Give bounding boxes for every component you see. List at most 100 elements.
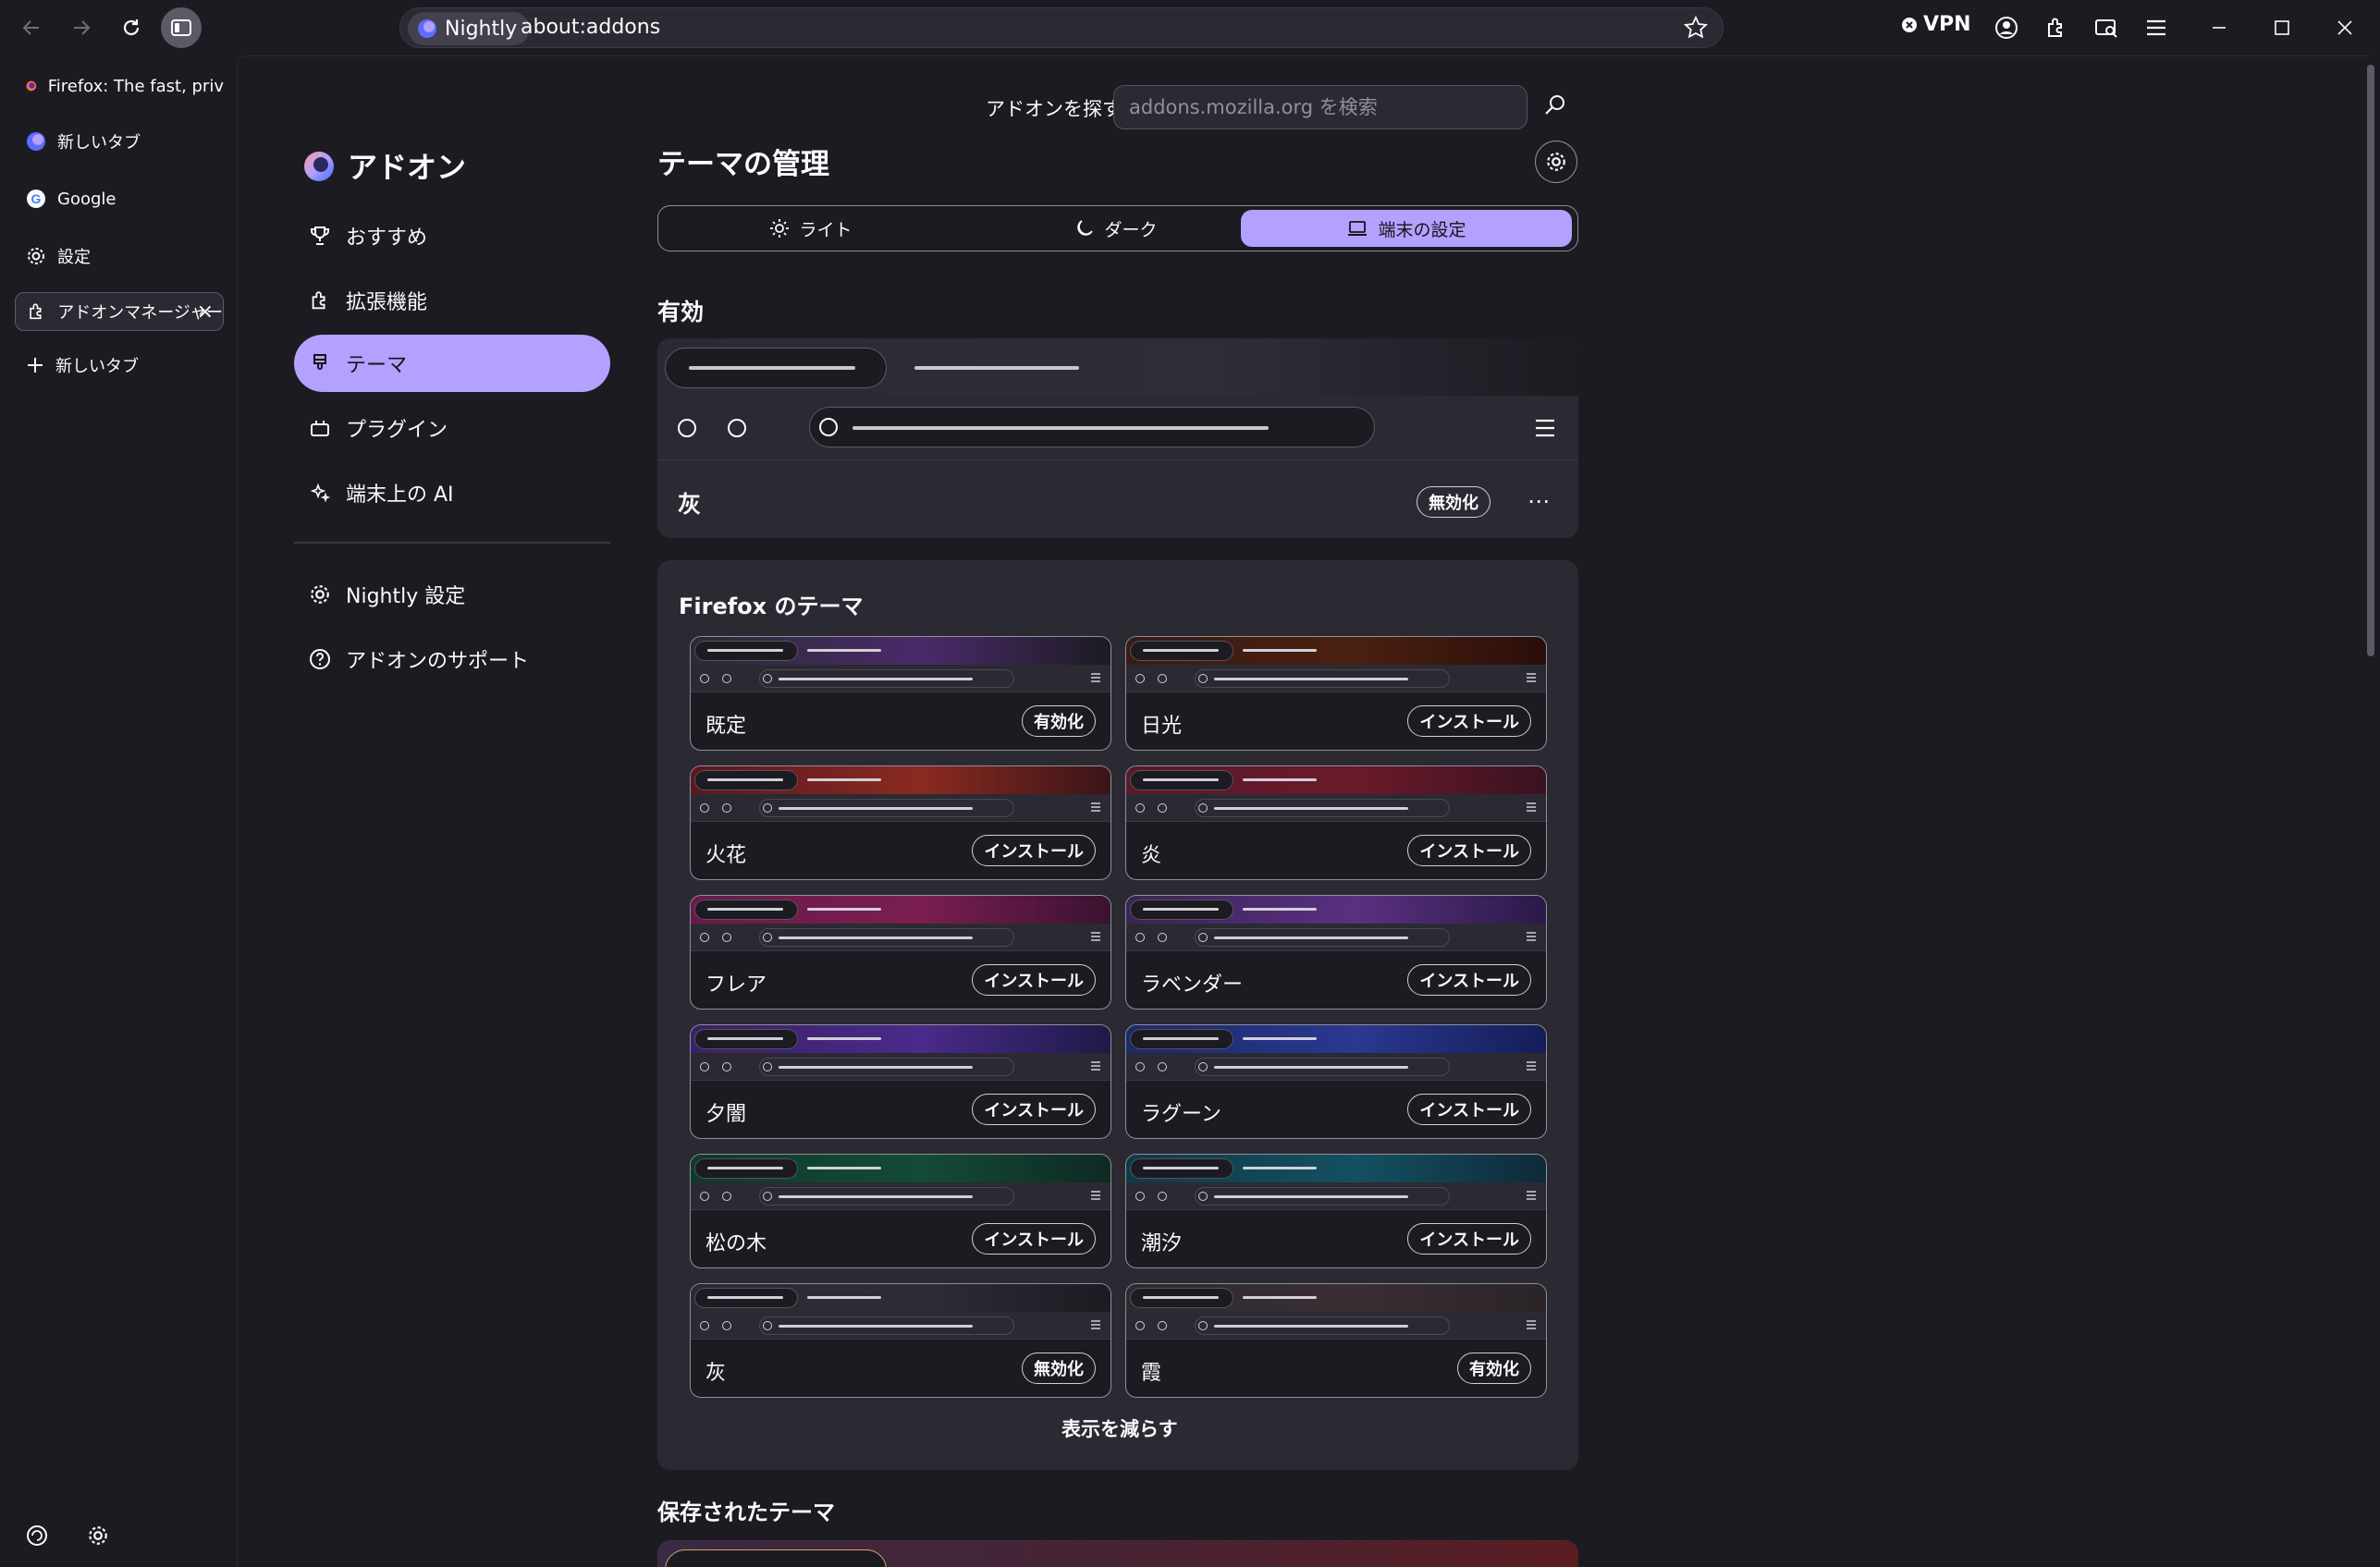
url-bar[interactable]: Nightly about:addons	[399, 7, 1724, 48]
theme-preview-toolbar	[691, 1182, 1110, 1210]
disable-active-theme-button[interactable]: 無効化	[1417, 486, 1491, 518]
close-window-button[interactable]	[2330, 13, 2360, 43]
appearance-light-option[interactable]: ライト	[664, 210, 958, 247]
tab-label: 設定	[57, 248, 91, 267]
appearance-system-option[interactable]: 端末の設定	[1241, 210, 1572, 247]
theme-action-button[interactable]: インストール	[1407, 705, 1531, 737]
app-menu-button[interactable]	[2141, 13, 2171, 43]
tools-gear-button[interactable]	[1535, 141, 1577, 183]
page-scrollbar[interactable]	[2367, 65, 2374, 656]
preview-circle	[1158, 1192, 1167, 1201]
theme-card[interactable]: ラグーン インストール	[1125, 1024, 1547, 1139]
preview-tab-line	[689, 366, 855, 370]
preview-url-line	[1214, 807, 1408, 810]
option-label: ダーク	[1104, 219, 1158, 240]
nightly-icon	[27, 132, 45, 151]
tab-item[interactable]: 新しいタブ	[15, 122, 224, 161]
theme-preview-tabstrip	[1126, 637, 1546, 665]
preview-urlbar	[759, 1316, 1014, 1335]
close-tab-icon[interactable]: ×	[197, 300, 214, 324]
preview-circle	[700, 674, 709, 683]
search-button[interactable]	[1542, 92, 1568, 122]
preview-circle	[763, 1192, 772, 1201]
category-extensions[interactable]: 拡張機能	[294, 272, 610, 329]
preview-url-line	[1214, 937, 1408, 939]
maximize-button[interactable]	[2267, 13, 2297, 43]
ai-icon	[27, 1525, 47, 1546]
appearance-dark-option[interactable]: ダーク	[969, 210, 1263, 247]
preview-urlbar	[759, 669, 1014, 688]
theme-action-button[interactable]: インストール	[1407, 1094, 1531, 1125]
maximize-icon	[2275, 20, 2289, 35]
category-on-device-ai[interactable]: 端末上の AI	[294, 464, 610, 521]
theme-action-button[interactable]: 無効化	[1022, 1353, 1096, 1384]
addons-search-input[interactable]	[1113, 85, 1527, 129]
option-label: 端末の設定	[1378, 219, 1466, 240]
account-button[interactable]	[1992, 13, 2021, 43]
theme-preview-tabstrip	[691, 1025, 1110, 1053]
theme-preview-tabstrip	[1126, 1284, 1546, 1312]
theme-action-button[interactable]: インストール	[972, 964, 1096, 996]
theme-card[interactable]: 夕闇 インストール	[690, 1024, 1111, 1139]
category-plugins[interactable]: プラグイン	[294, 399, 610, 457]
theme-action-button[interactable]: インストール	[1407, 964, 1531, 996]
theme-card[interactable]: 炎 インストール	[1125, 765, 1547, 880]
theme-preview-toolbar	[691, 1053, 1110, 1081]
active-theme-name: 灰	[678, 491, 702, 518]
theme-action-button[interactable]: インストール	[1407, 835, 1531, 866]
tab-item[interactable]: 設定	[15, 237, 224, 275]
new-tab-button[interactable]: 新しいタブ	[15, 346, 224, 385]
identity-box[interactable]: Nightly	[408, 12, 531, 45]
arrow-right-icon	[74, 20, 91, 35]
theme-action-button[interactable]: インストール	[972, 1094, 1096, 1125]
theme-action-button[interactable]: 有効化	[1022, 705, 1096, 737]
theme-card[interactable]: 潮汐 インストール	[1125, 1154, 1547, 1268]
extensions-button[interactable]	[2042, 13, 2071, 43]
theme-card[interactable]: 灰 無効化	[690, 1283, 1111, 1398]
category-recommended[interactable]: おすすめ	[294, 207, 610, 264]
url-text[interactable]: about:addons	[521, 16, 660, 39]
minimize-button[interactable]	[2204, 13, 2234, 43]
tab-item[interactable]: Firefox: The fast, priv	[15, 67, 224, 105]
preview-url-line	[779, 1066, 973, 1069]
tab-item-selected[interactable]: アドオンマネージャー ×	[15, 292, 224, 331]
preview-menu-icon	[1091, 1191, 1100, 1200]
sidebar-settings-button[interactable]	[83, 1521, 113, 1550]
nightly-settings-link[interactable]: Nightly 設定	[294, 566, 610, 623]
preview-tab-line	[1243, 778, 1317, 781]
theme-card[interactable]: フレア インストール	[690, 895, 1111, 1010]
theme-card[interactable]: 日光 インストール	[1125, 636, 1547, 751]
page-title: テーマの管理	[657, 148, 829, 181]
bookmark-star-button[interactable]	[1683, 15, 1709, 43]
svg-text:G: G	[31, 191, 42, 206]
theme-card[interactable]: 霞 有効化	[1125, 1283, 1547, 1398]
preview-tab-line	[807, 1037, 881, 1040]
category-divider	[294, 542, 610, 544]
forward-button[interactable]	[61, 7, 102, 48]
theme-card[interactable]: 松の木 インストール	[690, 1154, 1111, 1268]
addons-support-link[interactable]: アドオンのサポート	[294, 630, 610, 688]
preview-urlbar	[759, 1187, 1014, 1206]
reload-button[interactable]	[111, 7, 152, 48]
theme-name: フレア	[705, 973, 767, 997]
theme-action-button[interactable]: 有効化	[1457, 1353, 1531, 1384]
category-themes[interactable]: テーマ	[294, 335, 610, 392]
search-icon	[1545, 95, 1564, 115]
theme-action-button[interactable]: インストール	[972, 1223, 1096, 1255]
tab-item[interactable]: G Google	[15, 179, 224, 218]
more-options-icon[interactable]: ⋯	[1527, 488, 1550, 514]
theme-name: 松の木	[705, 1232, 767, 1255]
theme-card[interactable]: 火花 インストール	[690, 765, 1111, 880]
theme-action-button[interactable]: インストール	[1407, 1223, 1531, 1255]
theme-card[interactable]: ラベンダー インストール	[1125, 895, 1547, 1010]
sidebar-toggle-button[interactable]	[161, 7, 202, 48]
theme-card[interactable]: 既定 有効化	[690, 636, 1111, 751]
preview-circle	[722, 933, 731, 942]
vpn-button[interactable]: VPN	[1901, 13, 1971, 36]
tab-search-button[interactable]	[2092, 13, 2121, 43]
back-button[interactable]	[11, 7, 52, 48]
theme-name: 霞	[1141, 1362, 1162, 1385]
show-less-button[interactable]: 表示を減らす	[1061, 1414, 1178, 1442]
ai-chatbot-button[interactable]	[22, 1521, 52, 1550]
theme-action-button[interactable]: インストール	[972, 835, 1096, 866]
